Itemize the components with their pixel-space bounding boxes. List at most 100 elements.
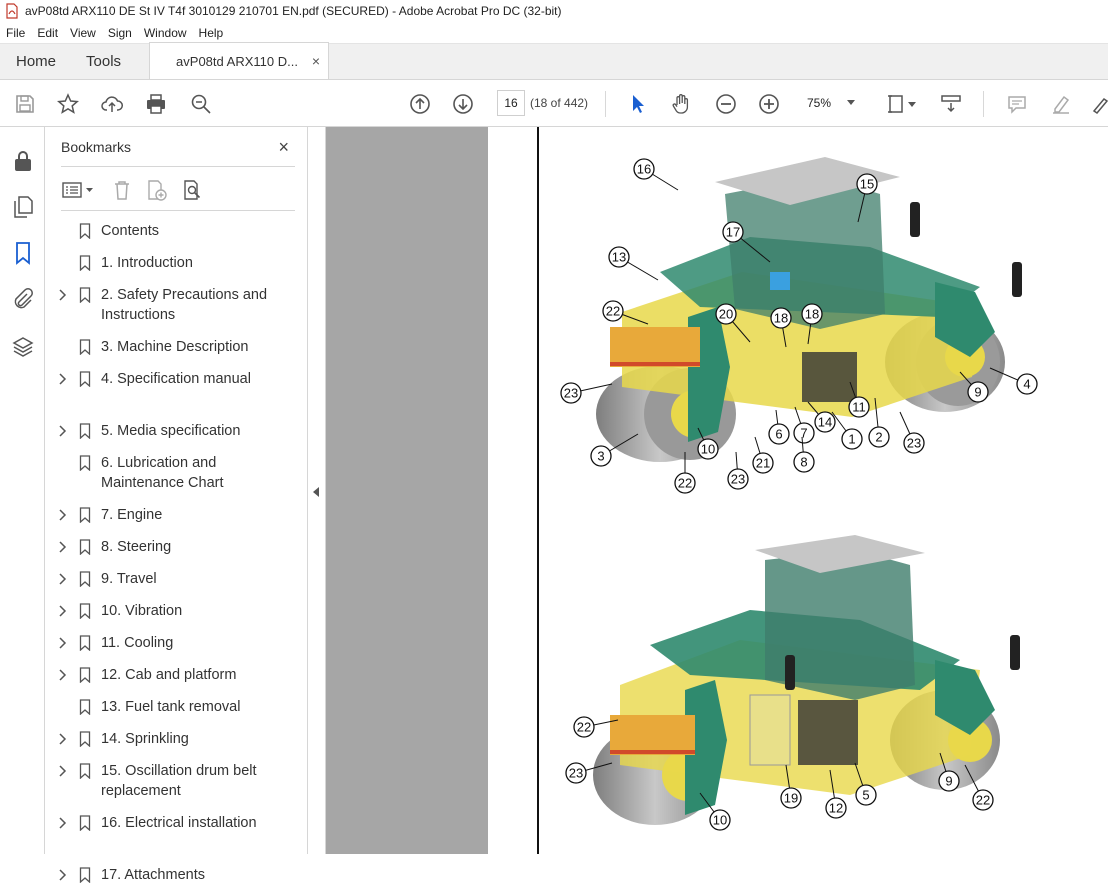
callout-number: 9 — [945, 774, 952, 789]
bookmark-label: 11. Cooling — [101, 635, 174, 651]
menu-help[interactable]: Help — [193, 26, 230, 40]
menu-file[interactable]: File — [0, 26, 31, 40]
bookmark-label: 8. Steering — [101, 539, 172, 555]
mirror-left — [910, 202, 920, 237]
chevron-right-icon[interactable] — [58, 867, 68, 883]
bookmark-item[interactable]: 10. Vibration — [45, 601, 307, 621]
tab-tools[interactable]: Tools — [72, 43, 139, 79]
rear-hood-yellow — [610, 715, 695, 755]
callout-number: 8 — [800, 455, 807, 470]
bookmark-item[interactable]: 1. Introduction — [45, 253, 307, 273]
chevron-right-icon[interactable] — [58, 539, 68, 555]
bookmark-label: 7. Engine — [101, 507, 163, 523]
attachment-icon[interactable] — [11, 287, 35, 311]
star-icon[interactable] — [55, 91, 81, 117]
bookmark-item[interactable]: 8. Steering — [45, 537, 307, 557]
zoom-select[interactable]: 75% — [799, 90, 863, 116]
page-fit-icon[interactable] — [884, 91, 920, 117]
chevron-right-icon[interactable] — [58, 571, 68, 587]
collapse-panel-arrow-icon[interactable] — [313, 487, 319, 497]
highlight-pen-icon[interactable] — [1048, 91, 1074, 117]
scroll-mode-icon[interactable] — [938, 91, 964, 117]
close-icon[interactable]: × — [312, 53, 320, 69]
chevron-right-icon[interactable] — [58, 603, 68, 619]
bookmark-icon — [79, 603, 91, 619]
bookmark-item[interactable]: 9. Travel — [45, 569, 307, 589]
callout-number: 4 — [1023, 377, 1030, 392]
previous-page-icon[interactable] — [407, 91, 433, 117]
tab-home[interactable]: Home — [0, 43, 72, 79]
comment-icon[interactable] — [1004, 91, 1030, 117]
callout-number: 22 — [606, 304, 620, 319]
chevron-right-icon[interactable] — [58, 371, 68, 387]
bookmark-item[interactable]: 3. Machine Description — [45, 337, 307, 357]
zoom-in-icon[interactable] — [756, 91, 782, 117]
bookmark-item[interactable]: 7. Engine — [45, 505, 307, 525]
chevron-right-icon[interactable] — [58, 287, 68, 303]
callout-number: 16 — [637, 162, 651, 177]
menu-view[interactable]: View — [64, 26, 102, 40]
chevron-right-icon[interactable] — [58, 731, 68, 747]
bookmark-icon — [79, 371, 91, 387]
menubar: File Edit View Sign Window Help — [0, 22, 1108, 44]
bookmarks-panel: Bookmarks × Contents 1. Introduction 2. Sa… — [45, 127, 307, 883]
chevron-right-icon[interactable] — [58, 763, 68, 779]
callout-marker: 4 — [1016, 373, 1038, 395]
panel-splitter[interactable] — [307, 127, 326, 854]
bookmark-item[interactable]: 14. Sprinkling — [45, 729, 307, 749]
bookmark-item[interactable]: 2. Safety Precautions and Instructions — [45, 285, 307, 325]
draw-signature-icon[interactable] — [1088, 91, 1108, 117]
page-thumbnails-icon[interactable] — [11, 195, 35, 219]
delete-trash-icon[interactable] — [111, 179, 133, 201]
bookmark-item[interactable]: 17. Attachments — [45, 865, 307, 885]
bookmark-item[interactable]: 16. Electrical installation — [45, 813, 307, 853]
bookmark-item[interactable]: 12. Cab and platform — [45, 665, 307, 685]
callout-number: 21 — [756, 456, 770, 471]
menu-sign[interactable]: Sign — [102, 26, 138, 40]
chevron-right-icon[interactable] — [58, 815, 68, 831]
zoom-search-icon[interactable] — [188, 91, 214, 117]
upload-cloud-icon[interactable] — [99, 91, 125, 117]
bookmark-label: 1. Introduction — [101, 255, 193, 271]
select-cursor-icon[interactable] — [625, 91, 651, 117]
bookmark-panel-icon[interactable] — [11, 241, 35, 265]
options-menu-icon[interactable] — [61, 179, 97, 201]
find-bookmark-icon[interactable] — [181, 179, 203, 201]
bookmark-item[interactable]: Contents — [45, 221, 307, 241]
zoom-out-icon[interactable] — [713, 91, 739, 117]
callout-number: 1 — [848, 432, 855, 447]
save-icon[interactable] — [12, 91, 38, 117]
page-number-input[interactable]: 16 — [497, 90, 525, 116]
bookmarks-header: Bookmarks × — [61, 137, 295, 167]
callout-number: 12 — [829, 801, 843, 816]
chevron-right-icon[interactable] — [58, 667, 68, 683]
new-bookmark-icon[interactable] — [145, 179, 167, 201]
callout-marker: 14 — [814, 411, 836, 433]
menu-edit[interactable]: Edit — [31, 26, 64, 40]
chevron-right-icon[interactable] — [58, 635, 68, 651]
bookmark-item[interactable]: 15. Oscillation drum belt replacement — [45, 761, 307, 801]
menu-window[interactable]: Window — [138, 26, 193, 40]
close-icon[interactable]: × — [278, 137, 289, 158]
bookmark-item[interactable]: 13. Fuel tank removal — [45, 697, 307, 717]
lock-icon[interactable] — [11, 149, 35, 173]
chevron-right-icon[interactable] — [58, 507, 68, 523]
tab-document[interactable]: avP08td ARX110 D... × — [149, 42, 330, 79]
callout-marker: 15 — [856, 173, 878, 195]
chevron-right-icon[interactable] — [58, 423, 68, 439]
callout-marker: 23 — [727, 468, 749, 490]
callout-number: 23 — [731, 472, 745, 487]
callout-marker: 22 — [573, 716, 595, 738]
layers-icon[interactable] — [11, 335, 35, 359]
callout-number: 6 — [775, 427, 782, 442]
next-page-icon[interactable] — [450, 91, 476, 117]
bookmark-item[interactable]: 4. Specification manual — [45, 369, 307, 409]
hand-tool-icon[interactable] — [669, 91, 695, 117]
window-title: avP08td ARX110 DE St IV T4f 3010129 2107… — [25, 4, 562, 18]
print-icon[interactable] — [143, 91, 169, 117]
callout-number: 18 — [774, 311, 788, 326]
bookmark-item[interactable]: 5. Media specification — [45, 421, 307, 441]
bookmark-item[interactable]: 11. Cooling — [45, 633, 307, 653]
document-viewer[interactable]: 16 15 17 13 22 20 18 18 4 9 23 11 14 1 2 23 7 6 3 10 21 8 22 23… — [326, 127, 1108, 854]
bookmark-item[interactable]: 6. Lubrication and Maintenance Chart — [45, 453, 307, 493]
